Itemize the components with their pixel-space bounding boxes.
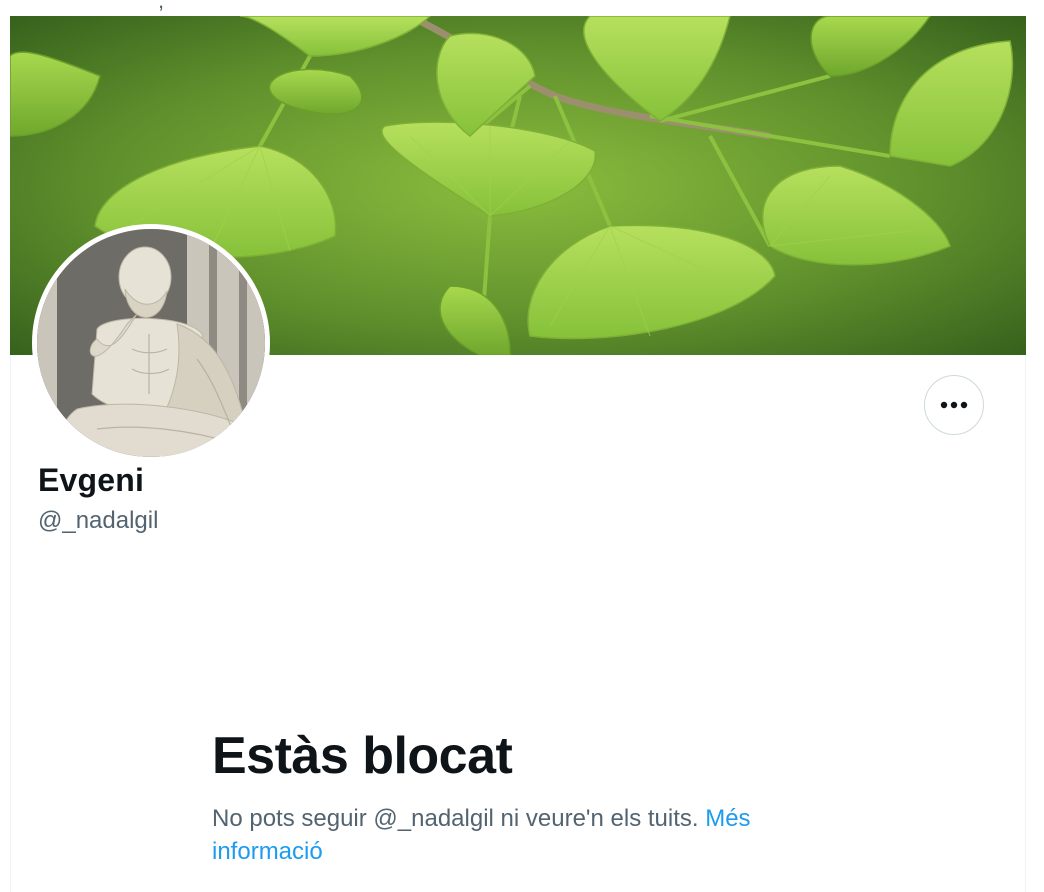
avatar-image xyxy=(37,229,265,457)
profile-avatar[interactable] xyxy=(32,224,270,462)
profile-display-name: Evgeni xyxy=(38,462,145,498)
blocked-title: Estàs blocat xyxy=(212,727,513,785)
blocked-description-text: No pots seguir @_nadalgil ni veure'n els… xyxy=(212,805,699,832)
profile-handle: @_nadalgil xyxy=(38,507,159,534)
more-horizontal-icon xyxy=(940,401,968,409)
blocked-description: No pots seguir @_nadalgil ni veure'n els… xyxy=(212,802,832,868)
top-strip: , xyxy=(10,0,1026,16)
more-options-button[interactable] xyxy=(924,375,984,435)
profile-page: , Evgeni @_nadalgil Estàs blocat No pots… xyxy=(0,0,1044,892)
